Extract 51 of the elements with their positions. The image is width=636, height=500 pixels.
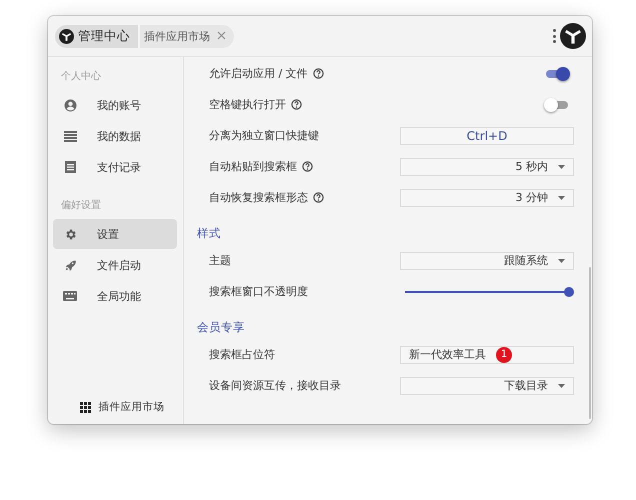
rocket-icon [64, 258, 76, 272]
setting-label: 设备间资源互传，接收目录 [209, 378, 341, 393]
marketplace-link[interactable]: 插件应用市场 [76, 398, 168, 416]
tab[interactable]: 管理中心 [55, 24, 138, 48]
slider-thumb[interactable] [564, 286, 574, 296]
caret-icon [558, 164, 565, 168]
setting-label: 分离为独立窗口快捷键 [209, 128, 319, 143]
document-icon [64, 161, 76, 173]
toggle-switch[interactable] [544, 98, 570, 112]
tab[interactable]: 插件应用市场 [140, 24, 234, 48]
setting-label: 自动恢复搜索框形态 [209, 190, 308, 205]
section-title: 会员专享 [197, 319, 245, 336]
caret-icon [558, 384, 565, 388]
account-icon [64, 98, 76, 112]
setting-label: 空格键执行打开 [209, 97, 286, 112]
more-icon[interactable] [553, 29, 556, 43]
keyboard-icon [63, 291, 77, 301]
input-field[interactable]: 新一代效率工具 1 [400, 346, 574, 364]
sidebar-item[interactable]: 设置 [53, 219, 177, 249]
section-heading: 偏好设置 [60, 198, 102, 213]
step-badge: 1 [496, 346, 512, 362]
section-heading: 个人中心 [60, 70, 102, 84]
sidebar-item[interactable]: 支付记录 [53, 152, 177, 182]
toggle-switch[interactable] [544, 66, 570, 80]
setting-label: 搜索框占位符 [209, 347, 275, 362]
grid-icon [80, 402, 90, 412]
setting-label: 自动粘贴到搜索框 [209, 159, 297, 174]
caret-icon [558, 258, 565, 262]
sidebar-item[interactable]: 我的账号 [53, 90, 177, 120]
setting-label: 主题 [209, 253, 231, 268]
dropdown[interactable]: 5 秒内 [400, 158, 574, 176]
help-icon[interactable] [291, 99, 302, 110]
sidebar-item[interactable]: 我的数据 [53, 121, 177, 151]
dropdown[interactable]: 跟随系统 [400, 252, 574, 270]
setting-label: 搜索框窗口不透明度 [209, 284, 308, 299]
logo-icon [59, 28, 74, 44]
scrollbar[interactable] [589, 267, 591, 419]
help-icon[interactable] [313, 192, 324, 203]
logo-icon [560, 23, 586, 49]
setting-label: 允许启动应用 / 文件 [209, 66, 308, 81]
list-icon [64, 130, 76, 142]
settings-icon [64, 228, 76, 240]
help-icon[interactable] [312, 68, 324, 79]
shortcut-field[interactable]: Ctrl+D [400, 126, 574, 144]
help-icon[interactable] [302, 161, 313, 172]
caret-icon [558, 196, 565, 200]
dropdown[interactable]: 下载目录 [400, 376, 574, 394]
section-title: 样式 [197, 225, 221, 242]
dropdown[interactable]: 3 分钟 [400, 188, 574, 206]
sidebar-item[interactable]: 文件启动 [53, 250, 177, 280]
sidebar-item[interactable]: 全局功能 [53, 281, 177, 311]
